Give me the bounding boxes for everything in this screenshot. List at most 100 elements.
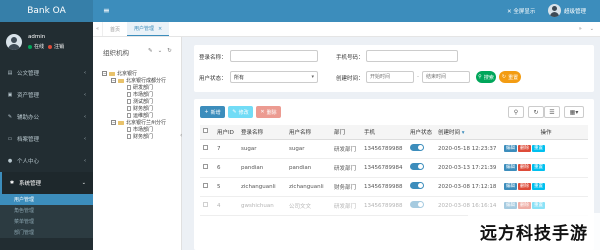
col-department[interactable]: 部门 [331,125,361,140]
status-toggle[interactable] [410,182,424,189]
cell-department: 研发部门 [331,158,361,178]
table-columns-button[interactable]: ▦ ▾ [564,106,584,118]
tree-node[interactable]: − 北京银行兰州分行 [102,119,166,126]
search-button[interactable]: ⚲ 搜索 [476,71,496,83]
col-user-name[interactable]: 用户名称 [286,125,331,140]
edit-icon[interactable]: ✎ [148,48,153,54]
submenu-item-departments[interactable]: 部门管理 [0,227,93,238]
collapse-icon[interactable]: − [111,120,116,125]
tree-node[interactable]: 测试部门 [102,98,166,105]
table-refresh-button[interactable]: ↻ [528,106,544,118]
tab-user-management[interactable]: 用户管理 × [127,22,170,36]
login-name-input[interactable] [230,50,318,62]
row-delete-button[interactable]: 删除 [518,145,531,152]
tree-node[interactable]: 研发部门 [102,84,166,91]
row-reset-button[interactable]: 重置 [532,145,545,152]
row-edit-button[interactable]: 编辑 [504,202,517,209]
row-delete-button[interactable]: 删除 [518,183,531,190]
status-toggle[interactable] [410,163,424,170]
tree-node[interactable]: 财务部门 [102,105,166,112]
tab-scroll-left-icon[interactable]: « [93,22,103,36]
tab-options-icon[interactable]: ⌄ [590,26,594,32]
logout-link[interactable]: 注销 [48,43,64,50]
row-edit-button[interactable]: 编辑 [504,183,517,190]
row-reset-button[interactable]: 重置 [532,202,545,209]
header-user-menu[interactable]: 超级管理 [548,4,586,17]
tree-node[interactable]: 运维部门 [102,112,166,119]
row-checkbox[interactable] [203,164,208,169]
tree-node[interactable]: 市场部门 [102,91,166,98]
tab-scroll-right-icon[interactable]: » [579,26,582,32]
chevron-down-icon[interactable]: ⌄ [158,48,163,54]
reset-button[interactable]: ↻ 重置 [499,71,521,83]
table-row[interactable]: 7 sugar sugar 研发部门 13456789988 2020-05-1… [200,139,588,159]
tree-node[interactable]: − 北京银行 [102,70,166,77]
user-status-select[interactable]: 所有 ▾ [230,71,318,83]
row-checkbox-cell[interactable] [200,196,214,216]
end-time-input[interactable] [422,71,470,83]
panel-collapse-icon[interactable]: ‹ [180,132,185,144]
sidebar-item-archives[interactable]: ▭ 档案管理 ‹ [0,128,93,150]
col-status[interactable]: 用户状态 [407,125,435,140]
tree-node[interactable]: 财务部门 [102,133,166,140]
submenu-item-menus[interactable]: 菜单管理 [0,216,93,227]
row-edit-button[interactable]: 编辑 [504,145,517,152]
row-delete-button[interactable]: 删除 [518,164,531,171]
row-reset-button[interactable]: 重置 [532,164,545,171]
fullscreen-button[interactable]: ✕ 全屏显示 [507,7,535,15]
row-reset-button[interactable]: 重置 [532,183,545,190]
cell-user-id: 7 [214,139,238,159]
submenu-item-users[interactable]: 用户管理 [0,194,93,205]
table-row[interactable]: 5 zichanguanli zichanguanli 财务部门 1345678… [200,177,588,197]
table-row[interactable]: 6 pandian pandian 研发部门 13456789984 2020-… [200,158,588,178]
refresh-icon[interactable]: ↻ [167,48,172,54]
edit-icon: ✎ [232,109,237,115]
row-checkbox[interactable] [203,202,208,207]
col-phone[interactable]: 手机 [361,125,407,140]
sidebar-item-assets[interactable]: ▣ 资产管理 ‹ [0,84,93,106]
row-checkbox-cell[interactable] [200,158,214,178]
col-created-time[interactable]: 创建时间 ▾ [435,125,501,140]
edit-button[interactable]: ✎ 修改 [228,106,253,118]
sidebar-item-office[interactable]: ✎ 辅助办公 ‹ [0,106,93,128]
system-submenu: 用户管理 角色管理 菜单管理 部门管理 [0,194,93,238]
user-status-label: 用户状态： [199,76,227,82]
delete-button[interactable]: ✕ 删除 [256,106,281,118]
brand-logo[interactable]: Bank OA [0,0,93,22]
cell-user-name: pandian [286,158,331,178]
table-toggle-view-button[interactable]: ☰ [544,106,560,118]
folder-icon [109,71,115,76]
submenu-item-roles[interactable]: 角色管理 [0,205,93,216]
status-toggle[interactable] [410,201,424,208]
row-checkbox[interactable] [203,183,208,188]
row-checkbox[interactable] [203,145,208,150]
cell-actions: 编辑 删除 重置 [501,158,588,178]
cell-status [407,139,435,159]
collapse-icon[interactable]: − [102,71,107,76]
row-edit-button[interactable]: 编辑 [504,164,517,171]
sidebar-item-system[interactable]: ✱ 系统管理 ⌄ [0,172,93,194]
close-icon[interactable]: × [158,26,162,32]
cell-login-name: sugar [238,139,286,159]
collapse-icon[interactable]: − [111,78,116,83]
select-all-checkbox[interactable] [203,128,208,134]
phone-input[interactable] [366,50,458,62]
select-all-checkbox-cell[interactable] [200,125,214,140]
col-login-name[interactable]: 登录名称 [238,125,286,140]
table-search-button[interactable]: ⚲ [508,106,524,118]
file-icon [127,106,131,111]
status-toggle[interactable] [410,144,424,151]
tree-node[interactable]: − 北京银行成都分行 [102,77,166,84]
row-checkbox-cell[interactable] [200,177,214,197]
row-delete-button[interactable]: 删除 [518,202,531,209]
cell-user-id: 4 [214,196,238,216]
start-time-input[interactable] [366,71,414,83]
sidebar-item-documents[interactable]: ▤ 公文管理 ‹ [0,62,93,84]
add-button[interactable]: + 新增 [200,106,225,118]
menu-toggle-icon[interactable]: ≡ [103,6,110,15]
row-checkbox-cell[interactable] [200,139,214,159]
tab-home[interactable]: 首页 [103,22,127,36]
col-user-id[interactable]: 用户ID [214,125,238,140]
sidebar-item-personal[interactable]: ● 个人中心 ‹ [0,150,93,172]
tree-node[interactable]: 市场部门 [102,126,166,133]
